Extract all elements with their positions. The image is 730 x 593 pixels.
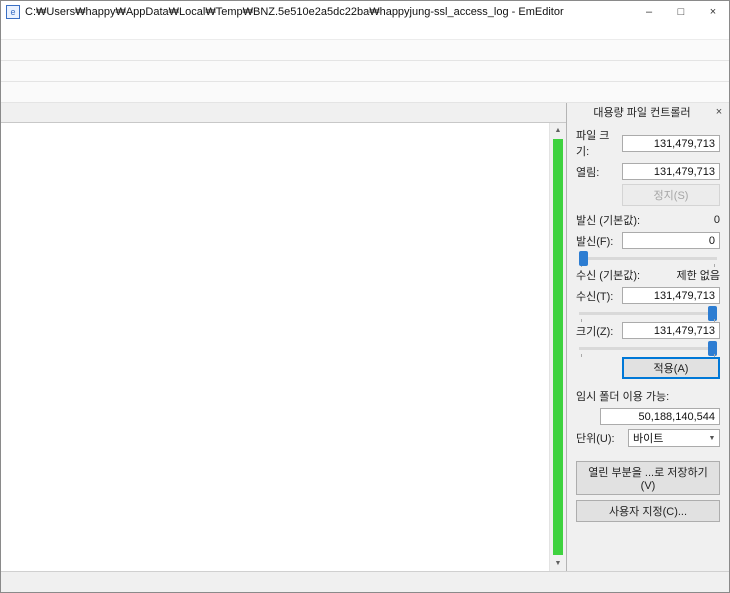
send-slider-thumb[interactable] [579,251,588,266]
customize-button[interactable]: 사용자 지정(C)... [576,500,720,522]
recv-default-value: 제한 없음 [676,267,720,283]
unit-combobox[interactable]: 바이트 ▼ [628,429,720,447]
panel-close-icon[interactable]: × [713,106,725,118]
unit-value: 바이트 [629,430,705,446]
maximize-button[interactable]: □ [665,2,697,23]
unit-label: 단위(U): [576,430,615,446]
recv-label: 수신(T): [576,288,613,304]
emeditor-window: e C:₩Users₩happy₩AppData₩Local₩Temp₩BNZ.… [0,0,730,593]
temp-folder-value: 50,188,140,544 [600,408,720,425]
send-default-value: 0 [714,214,720,226]
find-toolbar [1,82,729,103]
chevron-down-icon: ▼ [705,435,719,442]
recv-default-label: 수신 (기본값): [576,267,640,283]
send-label: 발신(F): [576,233,613,249]
size-slider[interactable] [579,347,717,350]
status-bar [1,571,729,592]
opened-value: 131,479,713 [622,163,720,180]
scrollbar-match-thumb[interactable] [553,139,563,555]
recv-slider[interactable] [579,312,717,315]
recv-input[interactable]: 131,479,713 [622,287,720,304]
main-area: ▲ ▼ 대용량 파일 컨트롤러 × 파일 크기: 131,479,713 열림:… [1,103,729,571]
recv-slider-thumb[interactable] [708,306,717,321]
panel-title: 대용량 파일 컨트롤러 [571,104,713,120]
size-input[interactable]: 131,479,713 [622,322,720,339]
main-toolbar [1,40,729,61]
size-slider-thumb[interactable] [708,341,717,356]
temp-folder-label: 임시 폴더 이용 가능: [576,388,669,404]
stop-button: 정지(S) [622,184,720,206]
app-icon: e [6,5,20,19]
minimize-button[interactable]: – [633,2,665,23]
menu-bar [1,23,729,40]
window-title: C:₩Users₩happy₩AppData₩Local₩Temp₩BNZ.5e… [25,6,633,18]
scroll-down-arrow-icon[interactable]: ▼ [550,556,566,571]
log-text-area[interactable] [1,123,549,571]
scroll-up-arrow-icon[interactable]: ▲ [550,123,566,138]
editor-body: ▲ ▼ [1,122,566,571]
save-opened-part-button[interactable]: 열린 부분을 ...로 저장하기(V) [576,461,720,495]
send-default-label: 발신 (기본값): [576,212,640,228]
csv-sort-toolbar [1,61,729,82]
close-button[interactable]: × [697,2,729,23]
file-size-value: 131,479,713 [622,135,720,152]
send-slider[interactable] [579,257,717,260]
vertical-scrollbar[interactable]: ▲ ▼ [549,123,566,571]
panel-body: 파일 크기: 131,479,713 열림: 131,479,713 정지(S)… [567,119,729,571]
apply-button[interactable]: 적용(A) [622,357,720,379]
panel-header: 대용량 파일 컨트롤러 × [567,103,729,119]
opened-label: 열림: [576,164,599,180]
size-label: 크기(Z): [576,323,613,339]
send-input[interactable]: 0 [622,232,720,249]
large-file-controller-panel: 대용량 파일 컨트롤러 × 파일 크기: 131,479,713 열림: 131… [566,103,729,571]
title-bar: e C:₩Users₩happy₩AppData₩Local₩Temp₩BNZ.… [1,1,729,23]
editor-pane: ▲ ▼ [1,103,566,571]
document-tab-bar [1,103,566,122]
file-size-label: 파일 크기: [576,127,622,159]
